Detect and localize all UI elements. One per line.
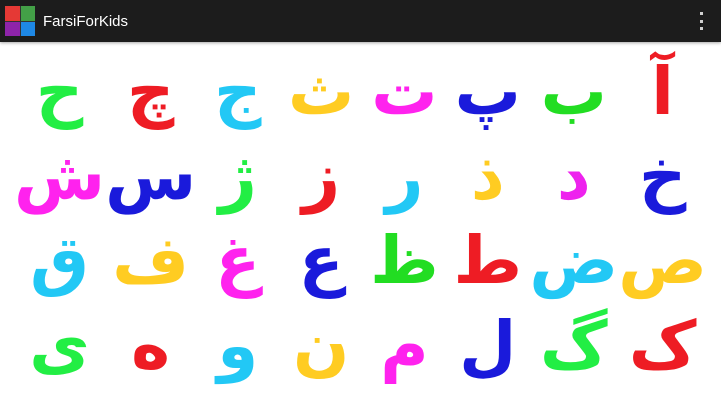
letter-tile[interactable]: و bbox=[196, 304, 279, 389]
letter-tile[interactable]: غ bbox=[196, 219, 279, 304]
letter-tile[interactable]: ل bbox=[446, 304, 529, 389]
letter-tile[interactable]: گ bbox=[529, 304, 618, 389]
letter-tile[interactable]: ک bbox=[618, 304, 707, 389]
letter-tile[interactable]: ز bbox=[279, 135, 362, 220]
overflow-menu-icon[interactable] bbox=[697, 12, 705, 30]
letter-tile[interactable]: ر bbox=[363, 135, 446, 220]
letter-tile[interactable]: پ bbox=[446, 50, 529, 135]
letter-tile[interactable]: ه bbox=[105, 304, 196, 389]
letter-tile[interactable]: آ bbox=[618, 50, 707, 135]
letter-grid: آبپتثجچح خدذرزژسش صضطظعغفق کگلمنوهی bbox=[0, 42, 721, 400]
letter-tile[interactable]: ط bbox=[446, 219, 529, 304]
letter-tile[interactable]: ت bbox=[363, 50, 446, 135]
letter-tile[interactable]: ص bbox=[618, 219, 707, 304]
letter-tile[interactable]: ذ bbox=[446, 135, 529, 220]
letter-tile[interactable]: ق bbox=[14, 219, 105, 304]
letter-tile[interactable]: د bbox=[529, 135, 618, 220]
letter-tile[interactable]: ث bbox=[279, 50, 362, 135]
letter-tile[interactable]: ب bbox=[529, 50, 618, 135]
letter-tile[interactable]: ن bbox=[279, 304, 362, 389]
app-title: FarsiForKids bbox=[43, 12, 129, 30]
app-logo-icon[interactable] bbox=[5, 6, 35, 36]
letter-tile[interactable]: ح bbox=[14, 50, 105, 135]
letter-tile[interactable]: ظ bbox=[363, 219, 446, 304]
logo-tile bbox=[5, 21, 20, 36]
letter-tile[interactable]: چ bbox=[105, 50, 196, 135]
letter-tile[interactable]: ض bbox=[529, 219, 618, 304]
action-bar: FarsiForKids bbox=[0, 0, 721, 42]
letter-tile[interactable]: ف bbox=[105, 219, 196, 304]
logo-tile bbox=[20, 21, 35, 36]
letter-tile[interactable]: ژ bbox=[196, 135, 279, 220]
letter-tile[interactable]: ی bbox=[14, 304, 105, 389]
logo-tile bbox=[5, 6, 20, 21]
letter-tile[interactable]: م bbox=[363, 304, 446, 389]
letter-tile[interactable]: س bbox=[105, 135, 196, 220]
letter-tile[interactable]: ج bbox=[196, 50, 279, 135]
logo-tile bbox=[20, 6, 35, 21]
letter-tile[interactable]: ش bbox=[14, 135, 105, 220]
letter-tile[interactable]: ع bbox=[279, 219, 362, 304]
letter-tile[interactable]: خ bbox=[618, 135, 707, 220]
